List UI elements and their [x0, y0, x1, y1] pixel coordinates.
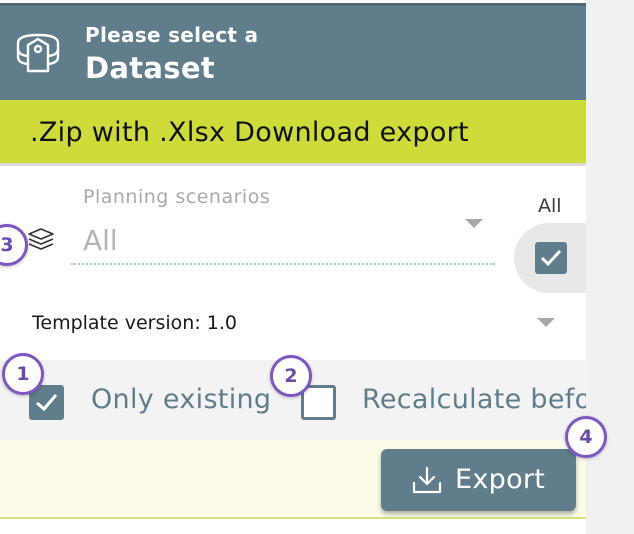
- layers-icon: [28, 228, 54, 250]
- all-scenarios-checkbox[interactable]: [535, 242, 567, 274]
- header-title: Dataset: [85, 51, 215, 85]
- export-button-label: Export: [455, 464, 546, 495]
- step-badge-2: 2: [270, 355, 312, 397]
- template-dropdown-icon[interactable]: [537, 318, 555, 327]
- scenarios-label: Planning scenarios: [83, 186, 271, 208]
- only-existing-label[interactable]: Only existing: [91, 384, 271, 415]
- checkmark-icon: [540, 249, 562, 267]
- template-version-select[interactable]: Template version: 1.0: [32, 312, 237, 334]
- export-type-banner: .Zip with .Xlsx Download export: [0, 100, 586, 163]
- export-panel: Please select a Dataset .Zip with .Xlsx …: [0, 0, 586, 534]
- export-button[interactable]: Export: [381, 449, 576, 511]
- header-top-line: [0, 3, 586, 6]
- export-area-divider: [0, 517, 586, 519]
- dataset-header[interactable]: Please select a Dataset: [0, 3, 586, 100]
- recalculate-label[interactable]: Recalculate befo: [362, 384, 586, 415]
- download-icon: [412, 466, 442, 494]
- checkmark-icon: [36, 394, 58, 412]
- all-label: All: [538, 195, 562, 217]
- dataset-icon: [16, 33, 60, 73]
- scenarios-dropdown-icon[interactable]: [465, 219, 483, 228]
- step-badge-4: 4: [565, 416, 607, 458]
- scenarios-underline: [71, 263, 495, 265]
- step-badge-1: 1: [2, 353, 44, 395]
- export-type-label: .Zip with .Xlsx Download export: [30, 117, 469, 148]
- scenarios-select[interactable]: All: [83, 224, 118, 257]
- header-subtitle: Please select a: [85, 23, 259, 47]
